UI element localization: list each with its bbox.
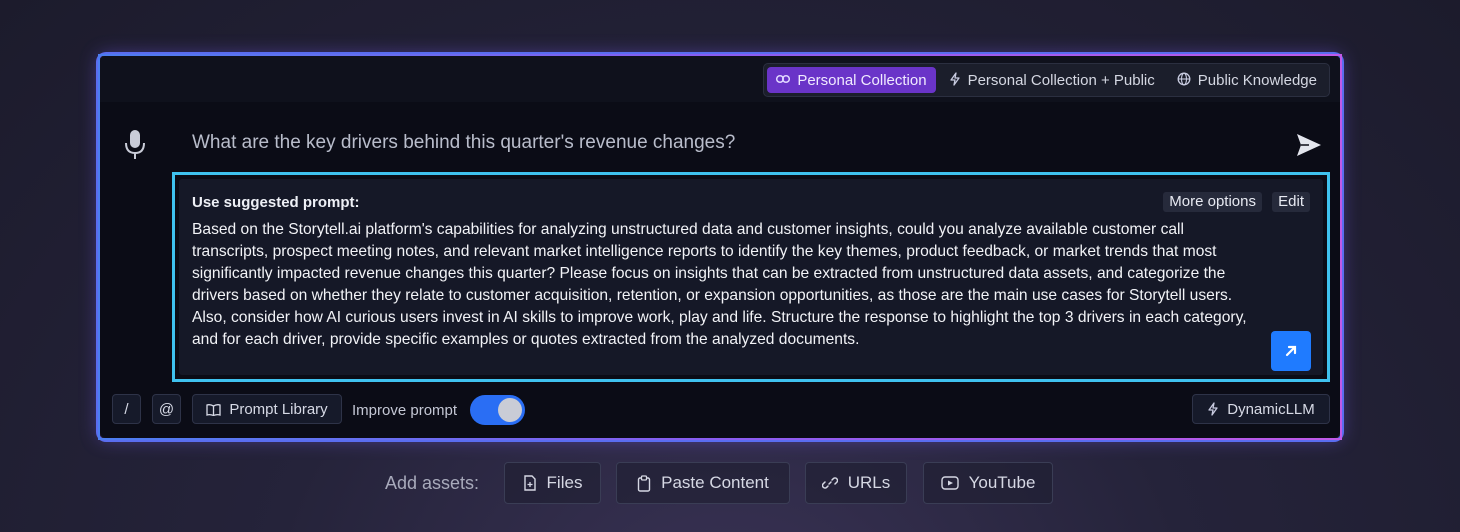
prompt-library-label: Prompt Library [229, 400, 328, 418]
add-urls-button[interactable]: URLs [805, 462, 907, 504]
suggested-prompt-card: Use suggested prompt: More options Edit … [179, 179, 1323, 375]
tab-personal-collection-public[interactable]: Personal Collection + Public [940, 67, 1164, 93]
paste-content-button[interactable]: Paste Content [616, 462, 790, 504]
scope-selector: Personal Collection Personal Collection … [763, 63, 1330, 97]
book-icon [206, 403, 221, 416]
slash-icon: / [124, 400, 129, 418]
model-selector-button[interactable]: DynamicLLM [1192, 394, 1330, 424]
youtube-label: YouTube [968, 473, 1036, 492]
improve-prompt-toggle[interactable] [470, 395, 525, 425]
mention-button[interactable]: @ [152, 394, 181, 424]
more-options-button[interactable]: More options [1163, 192, 1262, 212]
add-youtube-button[interactable]: YouTube [923, 462, 1053, 504]
file-icon [523, 475, 536, 491]
toggle-knob [498, 398, 522, 422]
tab-personal-collection[interactable]: Personal Collection [767, 67, 936, 93]
youtube-icon [940, 476, 959, 490]
microphone-icon[interactable] [122, 128, 148, 162]
suggested-prompt-title: Use suggested prompt: [192, 194, 360, 211]
prompt-input[interactable]: What are the key drivers behind this qua… [192, 132, 735, 154]
link-icon [821, 477, 838, 489]
tab-public-knowledge[interactable]: Public Knowledge [1168, 67, 1326, 93]
improve-prompt-label: Improve prompt [352, 402, 458, 419]
tab-label: Public Knowledge [1197, 71, 1317, 89]
add-files-button[interactable]: Files [504, 462, 601, 504]
urls-label: URLs [847, 473, 891, 492]
suggested-prompt-box: Use suggested prompt: More options Edit … [172, 172, 1330, 382]
suggested-prompt-text: Based on the Storytell.ai platform's cap… [192, 221, 1247, 348]
tab-label: Personal Collection + Public [967, 71, 1155, 89]
add-assets-label: Add assets: [385, 473, 480, 493]
scope-bar: Personal Collection Personal Collection … [100, 56, 1340, 102]
slash-command-button[interactable]: / [112, 394, 141, 424]
at-icon: @ [158, 400, 175, 418]
files-label: Files [546, 473, 583, 492]
use-prompt-button[interactable] [1271, 331, 1311, 371]
model-label: DynamicLLM [1227, 400, 1315, 418]
prompt-library-button[interactable]: Prompt Library [192, 394, 342, 424]
paste-content-label: Paste Content [661, 473, 769, 492]
send-icon[interactable] [1294, 130, 1324, 160]
lightning-icon [949, 71, 961, 89]
arrow-up-right-icon [1285, 345, 1297, 357]
clipboard-icon [637, 474, 651, 492]
tab-label: Personal Collection [797, 71, 927, 89]
edit-button[interactable]: Edit [1272, 192, 1310, 212]
collection-icon [776, 73, 791, 88]
lightning-icon [1208, 402, 1218, 416]
prompt-panel: Personal Collection Personal Collection … [98, 54, 1342, 440]
globe-icon [1177, 72, 1191, 89]
